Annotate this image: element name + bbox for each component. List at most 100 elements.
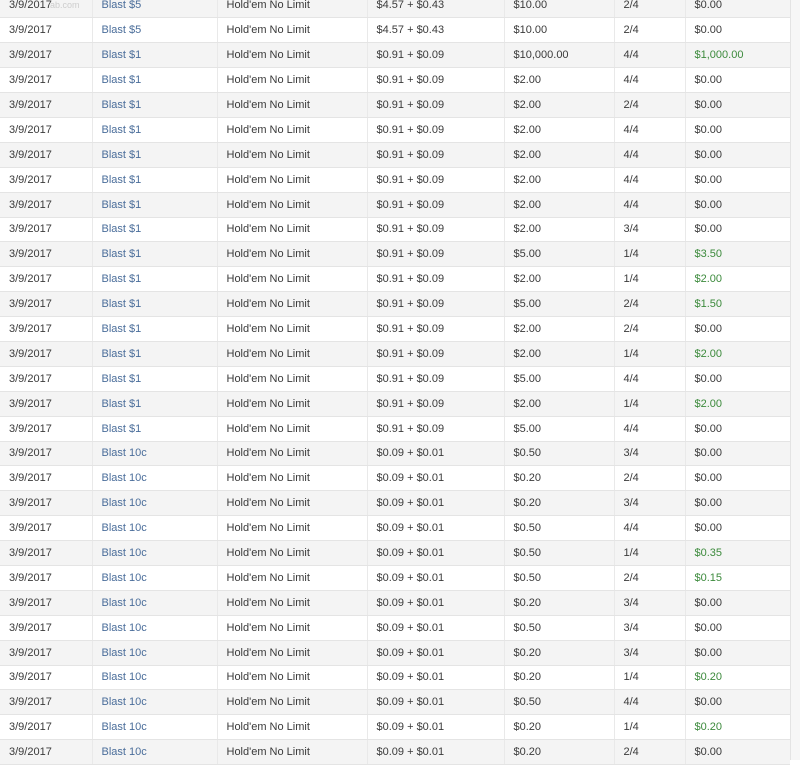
game-type-cell: Hold'em No Limit xyxy=(217,689,368,716)
game-cell: Blast $1 xyxy=(92,291,218,318)
game-link[interactable]: Blast 10c xyxy=(102,547,147,559)
game-link[interactable]: Blast 10c xyxy=(102,721,147,733)
winnings-cell: $1,000.00 xyxy=(685,42,790,69)
winnings-cell: $2.00 xyxy=(685,341,790,367)
winnings-cell: $1.50 xyxy=(685,291,790,318)
date-cell: 3/9/2017 xyxy=(0,565,93,591)
place-cell: 4/4 xyxy=(614,515,686,542)
prize-pool-cell: $0.20 xyxy=(504,665,615,691)
game-cell: Blast 10c xyxy=(92,689,218,716)
place-cell: 3/4 xyxy=(614,490,686,517)
game-type-cell: Hold'em No Limit xyxy=(217,416,368,442)
game-type-cell: Hold'em No Limit xyxy=(217,167,368,193)
place-cell: 4/4 xyxy=(614,142,686,168)
game-type-cell: Hold'em No Limit xyxy=(217,17,368,44)
game-link[interactable]: Blast $1 xyxy=(102,99,142,111)
prize-pool-cell: $2.00 xyxy=(504,167,615,193)
game-link[interactable]: Blast 10c xyxy=(102,622,147,634)
game-link[interactable]: Blast 10c xyxy=(102,671,147,683)
place-cell: 4/4 xyxy=(614,689,686,716)
game-link[interactable]: Blast $1 xyxy=(102,124,142,136)
game-link[interactable]: Blast $1 xyxy=(102,348,142,360)
date-cell: 3/9/2017 xyxy=(0,92,93,118)
game-link[interactable]: Blast 10c xyxy=(102,746,147,758)
game-link[interactable]: Blast $1 xyxy=(102,398,142,410)
winnings-cell: $0.00 xyxy=(685,640,790,666)
game-link[interactable]: Blast $1 xyxy=(102,323,142,335)
prize-pool-cell: $2.00 xyxy=(504,117,615,143)
game-cell: Blast $5 xyxy=(92,17,218,44)
table-row: 3/9/2017 Blast $5 Hold'em No Limit $4.57 + … xyxy=(0,17,790,44)
game-link[interactable]: Blast $5 xyxy=(102,24,142,36)
game-link[interactable]: Blast $1 xyxy=(102,199,142,211)
buy-in-cell: $0.91 + $0.09 xyxy=(367,67,505,94)
game-link[interactable]: Blast 10c xyxy=(102,572,147,584)
date-cell: 3/9/2017 xyxy=(0,167,93,193)
game-link[interactable]: Blast $1 xyxy=(102,223,142,235)
place-cell: 2/4 xyxy=(614,565,686,591)
game-cell: Blast 10c xyxy=(92,441,218,467)
game-link[interactable]: Blast $1 xyxy=(102,273,142,285)
table-row: 3/9/2017 Blast $1 Hold'em No Limit $0.91 + … xyxy=(0,92,790,118)
game-link[interactable]: Blast $5 xyxy=(102,0,142,11)
prize-pool-cell: $0.20 xyxy=(504,714,615,741)
game-link[interactable]: Blast $1 xyxy=(102,423,142,435)
game-cell: Blast 10c xyxy=(92,714,218,741)
date-cell: 3/9/2017 xyxy=(0,490,93,517)
table-row: 3/9/2017 Blast $5 Hold'em No Limit $4.57 + … xyxy=(0,0,790,19)
buy-in-cell: $0.91 + $0.09 xyxy=(367,217,505,243)
game-link[interactable]: Blast $1 xyxy=(102,248,142,260)
game-link[interactable]: Blast 10c xyxy=(102,522,147,534)
table-row: 3/9/2017 Blast 10c Hold'em No Limit $0.09 +… xyxy=(0,490,790,517)
buy-in-cell: $0.91 + $0.09 xyxy=(367,241,505,268)
place-cell: 1/4 xyxy=(614,540,686,566)
buy-in-cell: $0.91 + $0.09 xyxy=(367,366,505,392)
game-link[interactable]: Blast $1 xyxy=(102,149,142,161)
winnings-cell: $0.20 xyxy=(685,714,790,741)
game-link[interactable]: Blast $1 xyxy=(102,49,142,61)
game-type-cell: Hold'em No Limit xyxy=(217,67,368,94)
game-cell: Blast $1 xyxy=(92,266,218,293)
winnings-cell: $0.00 xyxy=(685,615,790,641)
winnings-cell: $0.00 xyxy=(685,366,790,392)
buy-in-cell: $0.91 + $0.09 xyxy=(367,266,505,293)
date-cell: 3/9/2017 xyxy=(0,291,93,318)
buy-in-cell: $0.91 + $0.09 xyxy=(367,341,505,367)
date-cell: 3/9/2017 xyxy=(0,341,93,367)
winnings-cell: $0.00 xyxy=(685,67,790,94)
game-link[interactable]: Blast $1 xyxy=(102,373,142,385)
winnings-cell: $0.00 xyxy=(685,739,790,765)
prize-pool-cell: $5.00 xyxy=(504,241,615,268)
game-link[interactable]: Blast $1 xyxy=(102,174,142,186)
prize-pool-cell: $0.50 xyxy=(504,441,615,467)
place-cell: 2/4 xyxy=(614,316,686,342)
game-link[interactable]: Blast 10c xyxy=(102,696,147,708)
buy-in-cell: $0.91 + $0.09 xyxy=(367,42,505,69)
prize-pool-cell: $2.00 xyxy=(504,92,615,118)
game-link[interactable]: Blast 10c xyxy=(102,472,147,484)
prize-pool-cell: $2.00 xyxy=(504,316,615,342)
place-cell: 4/4 xyxy=(614,42,686,69)
game-link[interactable]: Blast 10c xyxy=(102,647,147,659)
game-cell: Blast $1 xyxy=(92,192,218,218)
place-cell: 4/4 xyxy=(614,167,686,193)
date-cell: 3/9/2017 xyxy=(0,142,93,168)
game-cell: Blast $1 xyxy=(92,241,218,268)
winnings-cell: $0.00 xyxy=(685,416,790,442)
game-link[interactable]: Blast 10c xyxy=(102,497,147,509)
date-cell: 3/9/2017 xyxy=(0,67,93,94)
buy-in-cell: $0.91 + $0.09 xyxy=(367,167,505,193)
game-link[interactable]: Blast $1 xyxy=(102,298,142,310)
date-cell: 3/9/2017 xyxy=(0,366,93,392)
buy-in-cell: $0.09 + $0.01 xyxy=(367,565,505,591)
date-cell: 3/9/2017 xyxy=(0,465,93,492)
game-link[interactable]: Blast 10c xyxy=(102,447,147,459)
table-row: 3/9/2017 Blast $1 Hold'em No Limit $0.91 + … xyxy=(0,416,790,442)
table-row: 3/9/2017 Blast 10c Hold'em No Limit $0.09 +… xyxy=(0,590,790,616)
prize-pool-cell: $0.50 xyxy=(504,565,615,591)
game-link[interactable]: Blast 10c xyxy=(102,597,147,609)
game-link[interactable]: Blast $1 xyxy=(102,74,142,86)
table-row: 3/9/2017 Blast $1 Hold'em No Limit $0.91 + … xyxy=(0,142,790,168)
winnings-cell: $3.50 xyxy=(685,241,790,268)
date-cell: 3/9/2017 xyxy=(0,441,93,467)
